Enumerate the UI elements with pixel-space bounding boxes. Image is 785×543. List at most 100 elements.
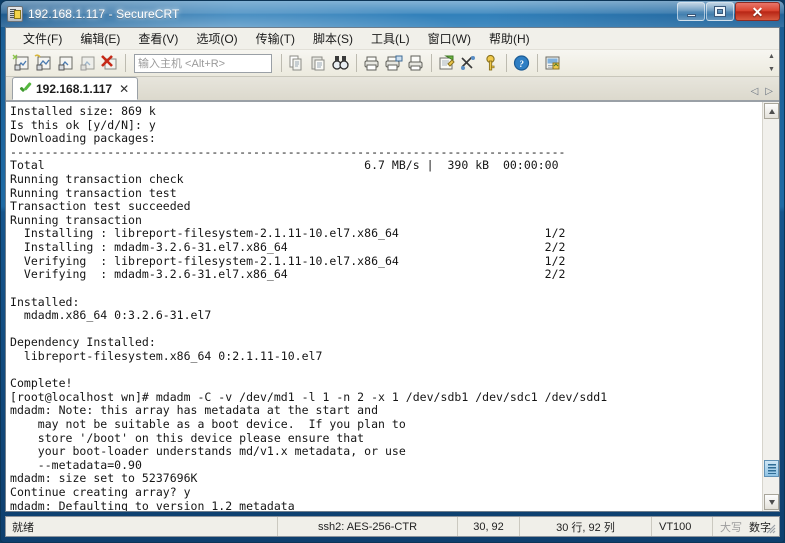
terminal-line: mdadm: size set to 5237696K <box>10 471 198 486</box>
chat-window-icon[interactable] <box>542 53 563 73</box>
host-input-placeholder: 输入主机 <Alt+R> <box>138 58 226 70</box>
terminal-line: Total 6.7 MB/s | 390 kB 00:00:00 <box>10 158 559 173</box>
terminal-line: Installed size: 869 k <box>10 104 156 118</box>
tab-session-192-168-1-117[interactable]: 192.168.1.117 ✕ <box>12 77 139 100</box>
tab-close-icon[interactable]: ✕ <box>117 83 131 95</box>
terminal-line: [root@localhost wn]# mdadm -C -v /dev/md… <box>10 389 608 404</box>
copy-icon[interactable] <box>286 53 307 73</box>
clone-session-icon[interactable] <box>33 53 54 73</box>
menu-help[interactable]: 帮助(H) <box>480 28 539 49</box>
menu-window[interactable]: 窗口(W) <box>419 28 480 49</box>
arrow-up-icon <box>768 108 775 114</box>
status-caps-lock: 大写 <box>720 521 742 534</box>
status-emulation: VT100 <box>652 517 713 536</box>
log-session-icon[interactable] <box>436 53 457 73</box>
client-area: 文件(F) 编辑(E) 查看(V) 选项(O) 传输(T) 脚本(S) 工具(L… <box>5 27 780 512</box>
svg-text:?: ? <box>519 59 524 69</box>
paste-icon[interactable] <box>308 53 329 73</box>
menu-bar: 文件(F) 编辑(E) 查看(V) 选项(O) 传输(T) 脚本(S) 工具(L… <box>6 28 779 50</box>
find-icon[interactable] <box>330 53 351 73</box>
scroll-down-button[interactable] <box>764 494 779 510</box>
terminal-line: ----------------------------------------… <box>10 144 566 159</box>
terminal-line: mdadm: Defaulting to version 1.2 metadat… <box>10 498 295 511</box>
menu-edit[interactable]: 编辑(E) <box>71 28 129 49</box>
terminal-line: Running transaction <box>10 212 142 227</box>
toolbar-separator <box>506 54 507 72</box>
terminal-line: Dependency Installed: <box>10 335 156 350</box>
tab-bar: 192.168.1.117 ✕ ◁ ▷ <box>6 77 779 101</box>
terminal-line: Installed: <box>10 294 80 309</box>
arrow-down-icon <box>768 499 775 505</box>
chevron-up-icon: ▲ <box>768 53 775 60</box>
terminal-line: store '/boot' on this device please ensu… <box>10 430 365 445</box>
host-input[interactable]: 输入主机 <Alt+R> <box>134 53 272 73</box>
chevron-down-icon: ▼ <box>768 66 775 73</box>
terminal-line: your boot-loader understands md/v1.x met… <box>10 444 406 459</box>
terminal-line: Verifying : libreport-filesystem-2.1.11-… <box>10 253 566 268</box>
minimize-button[interactable] <box>677 2 705 21</box>
status-bar: 就绪 ssh2: AES-256-CTR 30, 92 30 行, 92 列 V… <box>5 516 780 537</box>
menu-transfer[interactable]: 传输(T) <box>247 28 304 49</box>
terminal-line: Downloading packages: <box>10 131 156 146</box>
close-button[interactable]: ✕ <box>735 2 780 21</box>
scrollbar-thumb[interactable] <box>764 460 779 477</box>
maximize-button[interactable] <box>706 2 734 21</box>
help-icon[interactable]: ? <box>511 53 532 73</box>
terminal-line: Running transaction check <box>10 172 184 187</box>
tab-prev-icon[interactable]: ◁ <box>751 87 759 97</box>
status-encryption: ssh2: AES-256-CTR <box>278 517 458 536</box>
print-selection-icon[interactable] <box>405 53 426 73</box>
menu-file[interactable]: 文件(F) <box>14 28 71 49</box>
terminal-line: mdadm.x86_64 0:3.2.6-31.el7 <box>10 308 212 323</box>
print-icon[interactable] <box>361 53 382 73</box>
session-options-icon[interactable] <box>458 53 479 73</box>
status-ready: 就绪 <box>6 517 278 536</box>
maximize-icon <box>715 7 725 16</box>
toolbar-separator <box>356 54 357 72</box>
terminal-output[interactable]: Installed size: 869 k Is this ok [y/d/N]:… <box>6 102 762 511</box>
connected-check-icon <box>19 83 31 95</box>
securecrt-icon <box>7 6 23 22</box>
terminal-scrollbar[interactable] <box>762 102 779 511</box>
securecrt-window: 192.168.1.117 - SecureCRT ✕ 文件(F) 编辑(E) … <box>0 0 785 543</box>
toolbar-overflow-spinner[interactable]: ▲ ▼ <box>766 53 777 73</box>
copy-session-icon[interactable] <box>55 53 76 73</box>
title-bar: 192.168.1.117 - SecureCRT ✕ <box>1 1 784 27</box>
terminal-line: Running transaction test <box>10 185 177 200</box>
minimize-icon <box>686 13 696 17</box>
reconnect-icon[interactable] <box>77 53 98 73</box>
new-session-icon[interactable] <box>11 53 32 73</box>
resize-grip[interactable] <box>765 523 777 535</box>
terminal-line: --metadata=0.90 <box>10 457 142 472</box>
terminal-line: Is this ok [y/d/N]: y <box>10 117 156 132</box>
terminal-line: Transaction test succeeded <box>10 199 191 214</box>
terminal-line: Installing : libreport-filesystem-2.1.11… <box>10 226 566 241</box>
menu-tools[interactable]: 工具(L) <box>362 28 419 49</box>
scroll-up-button[interactable] <box>764 103 779 119</box>
menu-view[interactable]: 查看(V) <box>129 28 187 49</box>
toolbar-separator <box>431 54 432 72</box>
status-cursor-position: 30, 92 <box>458 517 520 536</box>
key-icon[interactable] <box>480 53 501 73</box>
tab-next-icon[interactable]: ▷ <box>765 87 773 97</box>
toolbar: 输入主机 <Alt+R> ? ▲ ▼ <box>6 50 779 77</box>
menu-options[interactable]: 选项(O) <box>187 28 246 49</box>
close-icon: ✕ <box>751 3 764 20</box>
toolbar-separator <box>537 54 538 72</box>
tab-label: 192.168.1.117 <box>36 81 113 96</box>
terminal-line: libreport-filesystem.x86_64 0:2.1.11-10.… <box>10 348 323 363</box>
menu-script[interactable]: 脚本(S) <box>304 28 362 49</box>
terminal-line: Installing : mdadm-3.2.6-31.el7.x86_64 2… <box>10 240 566 255</box>
terminal-pane: Installed size: 869 k Is this ok [y/d/N]:… <box>6 101 779 511</box>
terminal-line: Complete! <box>10 376 73 391</box>
window-controls: ✕ <box>677 2 780 21</box>
print-screen-icon[interactable] <box>383 53 404 73</box>
toolbar-separator <box>281 54 282 72</box>
disconnect-icon[interactable] <box>99 53 120 73</box>
terminal-line: mdadm: Note: this array has metadata at … <box>10 403 379 418</box>
tab-navigation: ◁ ▷ <box>751 87 773 97</box>
terminal-line: may not be suitable as a boot device. If… <box>10 417 406 432</box>
